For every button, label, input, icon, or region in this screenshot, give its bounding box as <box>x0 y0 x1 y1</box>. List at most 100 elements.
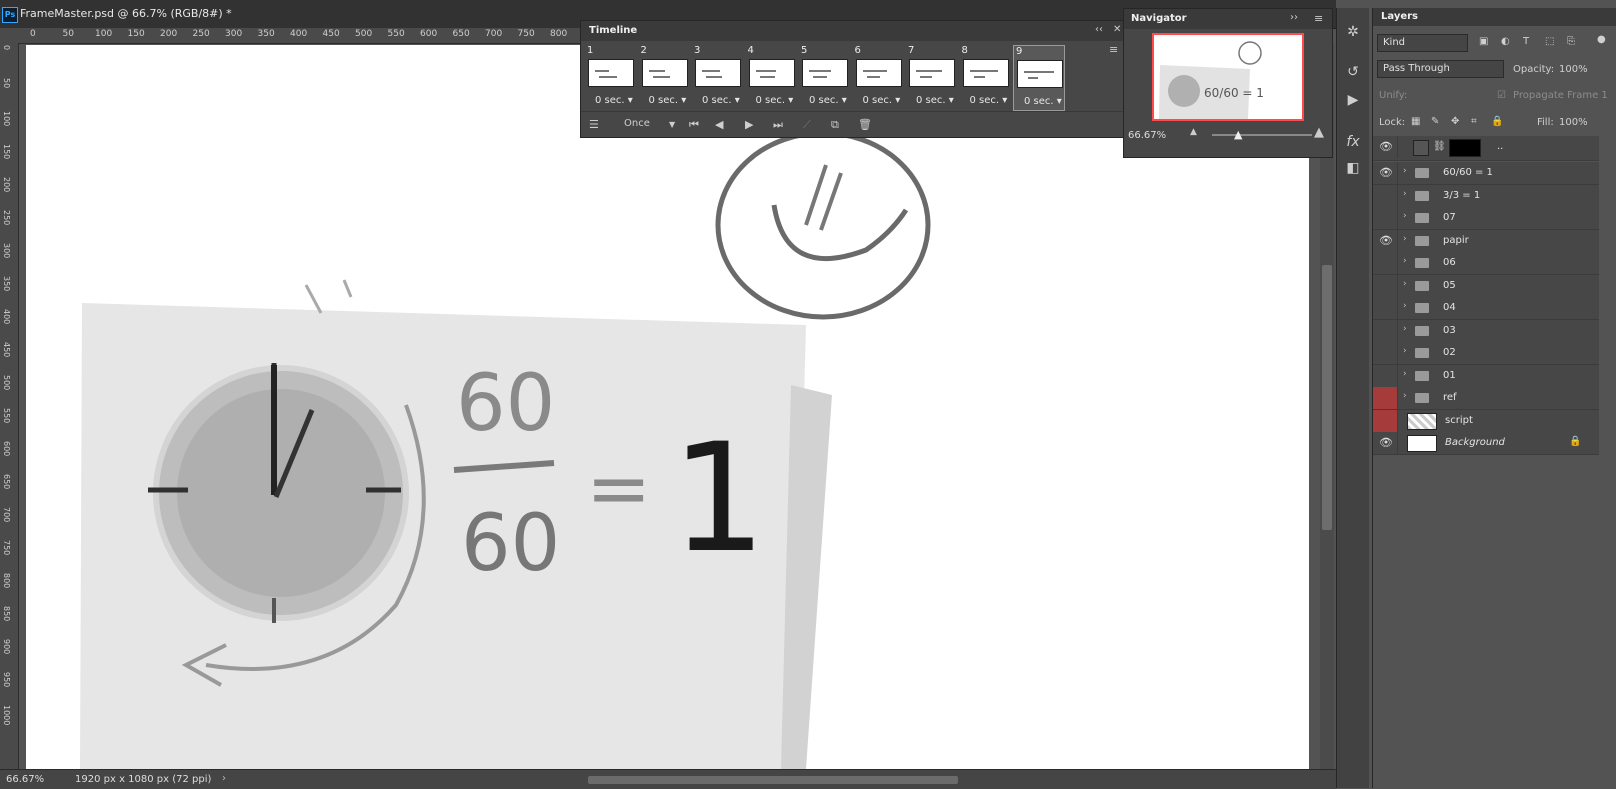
filter-shape-icon[interactable]: ⬚ <box>1545 36 1554 47</box>
chevron-right-icon[interactable]: › <box>1403 279 1407 289</box>
gear-icon[interactable]: ✲ <box>1345 24 1361 40</box>
panel-menu-icon[interactable]: ≡ <box>1109 43 1118 56</box>
frame-delay-dropdown[interactable]: 0 sec. ▾ <box>1024 96 1062 107</box>
duplicate-frame-icon[interactable]: ⧉ <box>831 118 839 132</box>
document-canvas[interactable]: 60 60 = 1 <box>26 45 1309 769</box>
frame-delay-dropdown[interactable]: 0 sec. ▾ <box>702 95 740 106</box>
layer-row[interactable]: 👁 › 60/60 = 1 <box>1373 162 1599 185</box>
tween-icon[interactable]: ⟋ <box>803 118 811 132</box>
fill-value[interactable]: 100% <box>1559 117 1588 128</box>
frame-delay-dropdown[interactable]: 0 sec. ▾ <box>863 95 901 106</box>
animation-frame[interactable]: 6 0 sec. ▾ <box>853 45 903 109</box>
lock-brush-icon[interactable]: ✎ <box>1431 116 1439 127</box>
convert-timeline-icon[interactable]: ☰ <box>589 118 599 131</box>
visibility-toggle[interactable]: 👁 <box>1373 229 1398 252</box>
filter-pixel-icon[interactable]: ▣ <box>1479 36 1488 47</box>
visibility-toggle[interactable]: 👁 <box>1373 162 1398 184</box>
document-tab-title[interactable]: FrameMaster.psd @ 66.7% (RGB/8#) * <box>20 7 232 20</box>
layer-row[interactable]: › 07 <box>1373 207 1599 230</box>
blend-mode-dropdown[interactable]: Pass Through <box>1377 60 1504 78</box>
layer-row[interactable]: › 02 <box>1373 342 1599 365</box>
frame-delay-dropdown[interactable]: 0 sec. ▾ <box>809 95 847 106</box>
animation-frame[interactable]: 5 0 sec. ▾ <box>799 45 849 109</box>
collapse-icon[interactable]: ‹‹ <box>1095 24 1103 35</box>
previous-frame-icon[interactable]: ◀ <box>715 118 723 131</box>
visibility-toggle[interactable]: 👁 <box>1373 136 1398 158</box>
next-frame-icon[interactable]: ⏭ <box>773 118 783 132</box>
zoom-in-icon[interactable]: ▲ <box>1314 125 1324 140</box>
layer-row[interactable]: › 04 <box>1373 297 1599 320</box>
layer-row[interactable]: › 3/3 = 1 <box>1373 184 1599 208</box>
chevron-right-icon[interactable]: › <box>1403 346 1407 356</box>
chevron-right-icon[interactable]: › <box>1403 369 1407 379</box>
status-zoom[interactable]: 66.67% <box>6 774 44 785</box>
layers-tab[interactable]: Layers <box>1381 11 1418 22</box>
animation-frame[interactable]: 2 0 sec. ▾ <box>639 45 689 109</box>
frame-delay-dropdown[interactable]: 0 sec. ▾ <box>970 95 1008 106</box>
navigator-tab[interactable]: Navigator <box>1131 13 1187 24</box>
frame-delay-dropdown[interactable]: 0 sec. ▾ <box>595 95 633 106</box>
styles-fx-icon[interactable]: fx <box>1345 134 1361 150</box>
frame-delay-dropdown[interactable]: 0 sec. ▾ <box>756 95 794 106</box>
vertical-scroll-thumb[interactable] <box>1322 265 1332 530</box>
opacity-value[interactable]: 100% <box>1559 64 1588 75</box>
layer-row[interactable]: script <box>1373 409 1599 433</box>
animation-frame[interactable]: 4 0 sec. ▾ <box>746 45 796 109</box>
filter-toggle-icon[interactable]: ● <box>1597 34 1606 45</box>
horizontal-scroll-thumb[interactable] <box>588 776 958 784</box>
layer-row-top[interactable]: 👁 ⛓ .. <box>1373 136 1599 161</box>
visibility-toggle[interactable] <box>1373 409 1398 432</box>
frame-delay-dropdown[interactable]: 0 sec. ▾ <box>649 95 687 106</box>
status-menu-arrow-icon[interactable]: › <box>222 773 226 784</box>
zoom-slider-handle[interactable]: ▲ <box>1234 128 1242 141</box>
animation-frame[interactable]: 9 0 sec. ▾ <box>1013 45 1065 111</box>
visibility-toggle[interactable] <box>1373 274 1398 297</box>
chevron-right-icon[interactable]: › <box>1403 189 1407 199</box>
filter-kind-dropdown[interactable]: Kind <box>1377 34 1468 52</box>
visibility-toggle[interactable] <box>1373 387 1398 409</box>
chevron-down-icon[interactable]: ▼ <box>669 120 675 129</box>
layer-row[interactable]: › 06 <box>1373 252 1599 275</box>
lock-transparent-icon[interactable]: ▦ <box>1411 116 1420 127</box>
animation-frame[interactable]: 1 0 sec. ▾ <box>585 45 635 109</box>
close-icon[interactable]: ✕ <box>1113 24 1121 35</box>
visibility-toggle[interactable] <box>1373 252 1398 274</box>
navigator-preview[interactable]: 60/60 = 1 <box>1152 33 1304 121</box>
layer-row[interactable]: › 03 <box>1373 319 1599 343</box>
zoom-out-icon[interactable]: ▲ <box>1190 127 1197 137</box>
chevron-right-icon[interactable]: › <box>1403 166 1407 176</box>
visibility-toggle[interactable]: 👁 <box>1373 432 1398 454</box>
chevron-right-icon[interactable]: › <box>1403 234 1407 244</box>
delete-frame-icon[interactable]: 🗑 <box>858 118 872 131</box>
lock-artboard-icon[interactable]: ⌗ <box>1471 116 1477 127</box>
chevron-right-icon[interactable]: › <box>1403 324 1407 334</box>
loop-dropdown[interactable]: Once <box>624 118 650 129</box>
ruler-corner[interactable] <box>0 28 18 43</box>
visibility-toggle[interactable] <box>1373 184 1398 207</box>
expand-icon[interactable]: ›› <box>1290 12 1298 23</box>
navigator-zoom-value[interactable]: 66.67% <box>1128 130 1166 141</box>
propagate-checkbox[interactable]: ☑ <box>1497 90 1506 101</box>
chevron-right-icon[interactable]: › <box>1403 211 1407 221</box>
layer-row[interactable]: 👁 › papir <box>1373 229 1599 253</box>
animation-frame[interactable]: 7 0 sec. ▾ <box>906 45 956 109</box>
timeline-tab[interactable]: Timeline <box>589 25 637 36</box>
layer-row[interactable]: 👁 Background 🔒 <box>1373 432 1599 455</box>
animation-frame[interactable]: 8 0 sec. ▾ <box>960 45 1010 109</box>
filter-smart-object-icon[interactable]: ⎘ <box>1567 36 1575 47</box>
animation-frame[interactable]: 3 0 sec. ▾ <box>692 45 742 109</box>
play-icon[interactable]: ▶ <box>745 118 753 131</box>
libraries-icon[interactable]: ◧ <box>1345 160 1361 176</box>
visibility-toggle[interactable] <box>1373 319 1398 342</box>
first-frame-icon[interactable]: ⏮ <box>689 118 699 132</box>
lock-all-icon[interactable]: 🔒 <box>1491 116 1503 127</box>
panel-menu-icon[interactable]: ≡ <box>1314 12 1323 25</box>
visibility-toggle[interactable] <box>1373 297 1398 319</box>
layer-row[interactable]: › 05 <box>1373 274 1599 298</box>
chevron-right-icon[interactable]: › <box>1403 391 1407 401</box>
visibility-toggle[interactable] <box>1373 342 1398 364</box>
visibility-toggle[interactable] <box>1373 364 1398 387</box>
actions-play-icon[interactable]: ▶ <box>1345 92 1361 108</box>
filter-type-icon[interactable]: T <box>1523 36 1529 47</box>
chevron-right-icon[interactable]: › <box>1403 301 1407 311</box>
